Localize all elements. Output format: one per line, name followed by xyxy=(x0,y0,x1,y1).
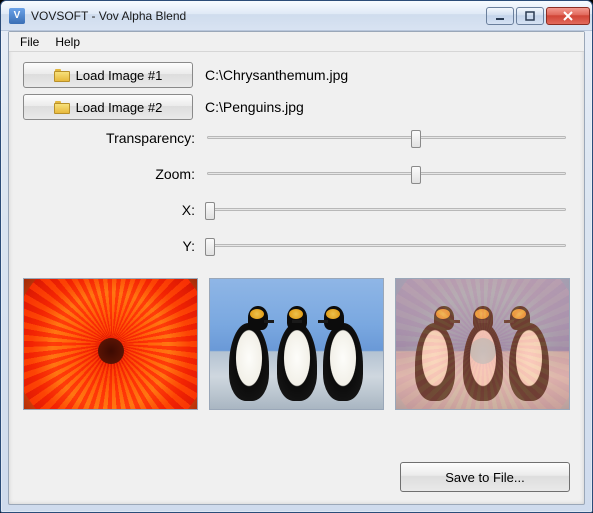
slider-track xyxy=(207,244,566,247)
maximize-button[interactable] xyxy=(516,7,544,25)
close-icon xyxy=(562,10,574,22)
slider-track xyxy=(207,136,566,139)
row-load-2: Load Image #2 C:\Penguins.jpg xyxy=(23,94,570,120)
row-x: X: xyxy=(23,198,570,222)
slider-thumb[interactable] xyxy=(411,166,421,184)
preview-row xyxy=(23,278,570,410)
transparency-label: Transparency: xyxy=(23,130,203,146)
maximize-icon xyxy=(525,11,535,21)
load-image-2-button[interactable]: Load Image #2 xyxy=(23,94,193,120)
folder-icon xyxy=(54,69,70,82)
save-label: Save to File... xyxy=(445,470,524,485)
menu-help[interactable]: Help xyxy=(48,33,87,51)
app-window: V VOVSOFT - Vov Alpha Blend File Help Lo… xyxy=(0,0,593,513)
y-label: Y: xyxy=(23,238,203,254)
close-button[interactable] xyxy=(546,7,590,25)
load-image-1-label: Load Image #1 xyxy=(76,68,163,83)
slider-thumb[interactable] xyxy=(205,202,215,220)
menu-file[interactable]: File xyxy=(13,33,46,51)
content: Load Image #1 C:\Chrysanthemum.jpg Load … xyxy=(9,52,584,504)
transparency-slider[interactable] xyxy=(203,128,570,148)
preview-image-1 xyxy=(23,278,198,410)
zoom-slider[interactable] xyxy=(203,164,570,184)
y-slider[interactable] xyxy=(203,236,570,256)
slider-track xyxy=(207,208,566,211)
slider-track xyxy=(207,172,566,175)
row-zoom: Zoom: xyxy=(23,162,570,186)
minimize-button[interactable] xyxy=(486,7,514,25)
window-controls xyxy=(486,7,590,25)
row-load-1: Load Image #1 C:\Chrysanthemum.jpg xyxy=(23,62,570,88)
client-area: File Help Load Image #1 C:\Chrysanthemum… xyxy=(8,31,585,505)
row-transparency: Transparency: xyxy=(23,126,570,150)
load-image-2-label: Load Image #2 xyxy=(76,100,163,115)
zoom-label: Zoom: xyxy=(23,166,203,182)
image-1-path: C:\Chrysanthemum.jpg xyxy=(205,67,348,83)
preview-blend xyxy=(395,278,570,410)
menubar: File Help xyxy=(9,32,584,52)
footer: Save to File... xyxy=(23,448,570,492)
load-image-1-button[interactable]: Load Image #1 xyxy=(23,62,193,88)
row-y: Y: xyxy=(23,234,570,258)
slider-thumb[interactable] xyxy=(205,238,215,256)
x-slider[interactable] xyxy=(203,200,570,220)
minimize-icon xyxy=(495,11,505,21)
app-icon: V xyxy=(9,8,25,24)
x-label: X: xyxy=(23,202,203,218)
titlebar: V VOVSOFT - Vov Alpha Blend xyxy=(1,1,592,31)
slider-thumb[interactable] xyxy=(411,130,421,148)
preview-image-2 xyxy=(209,278,384,410)
folder-icon xyxy=(54,101,70,114)
save-to-file-button[interactable]: Save to File... xyxy=(400,462,570,492)
window-title: VOVSOFT - Vov Alpha Blend xyxy=(31,9,486,23)
image-2-path: C:\Penguins.jpg xyxy=(205,99,304,115)
